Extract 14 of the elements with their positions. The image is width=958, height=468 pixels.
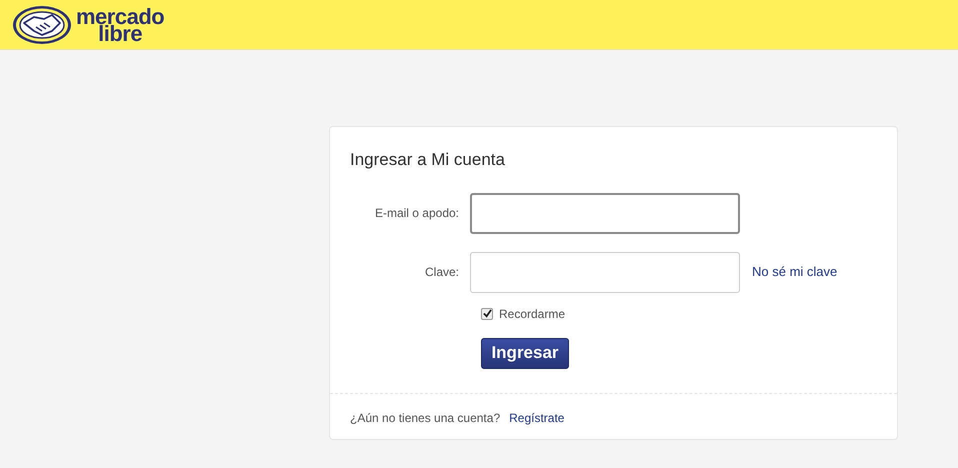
signup-link[interactable]: Regístrate bbox=[509, 408, 564, 426]
check-icon bbox=[482, 309, 492, 318]
checkbox-label: Recordarme bbox=[499, 306, 566, 322]
logo-text: mercado libre bbox=[76, 8, 164, 42]
input-field[interactable] bbox=[470, 252, 740, 292]
input-field[interactable] bbox=[470, 192, 740, 234]
forgot-password-link[interactable]: No sé mi clave bbox=[752, 262, 838, 282]
checkbox[interactable] bbox=[481, 308, 493, 320]
card-title: Ingresar a Mi cuenta bbox=[350, 149, 506, 171]
submit-button[interactable]: Ingresar bbox=[481, 338, 569, 368]
signup-prompt: ¿Aún no tienes una cuenta? bbox=[350, 410, 500, 426]
handshake-logo-icon[interactable] bbox=[12, 4, 72, 44]
field-label: E-mail o apodo: bbox=[374, 205, 460, 222]
field-label: Clave: bbox=[424, 264, 460, 281]
